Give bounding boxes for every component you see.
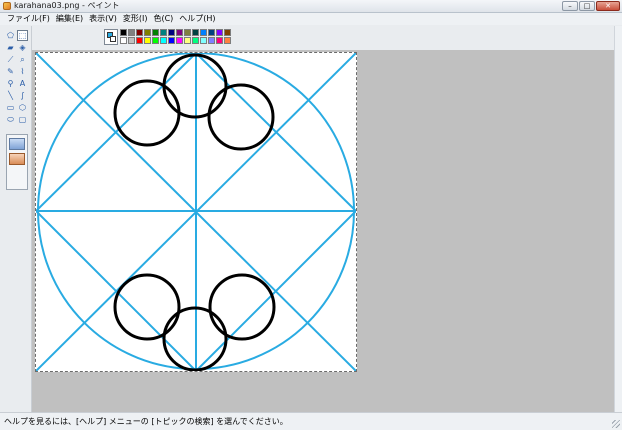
- ring-top-right: [207, 83, 275, 151]
- transparent-off-option-icon[interactable]: [9, 138, 25, 150]
- background-color: [110, 36, 116, 42]
- line-icon[interactable]: ╲: [5, 90, 16, 101]
- color-swatch[interactable]: [216, 29, 223, 36]
- maximize-button[interactable]: □: [579, 1, 595, 11]
- title-bar: karahana03.png - ペイント – □ ✕: [0, 0, 622, 13]
- ring-top-left: [113, 79, 181, 147]
- color-swatch[interactable]: [168, 29, 175, 36]
- drawing: [36, 53, 356, 371]
- menu-colors[interactable]: 色(C): [150, 13, 176, 25]
- color-swatch[interactable]: [184, 37, 191, 44]
- menu-image[interactable]: 変形(I): [120, 13, 151, 25]
- menu-help[interactable]: ヘルプ(H): [176, 13, 218, 25]
- free-select-icon[interactable]: ⬠: [5, 30, 16, 41]
- minimize-button[interactable]: –: [562, 1, 578, 11]
- color-swatch[interactable]: [200, 29, 207, 36]
- color-swatch[interactable]: [136, 37, 143, 44]
- close-button[interactable]: ✕: [596, 1, 620, 11]
- rect-select-icon[interactable]: ⬚: [17, 30, 28, 41]
- color-swatch[interactable]: [224, 37, 231, 44]
- transparent-on-option-icon[interactable]: [9, 153, 25, 165]
- color-swatches: [120, 29, 232, 45]
- color-swatch[interactable]: [192, 29, 199, 36]
- text-icon[interactable]: A: [17, 78, 28, 89]
- color-swatch[interactable]: [128, 37, 135, 44]
- status-bar: ヘルプを見るには、[ヘルプ] メニューの [トピックの検索] を選んでください。: [0, 412, 622, 430]
- color-swatch[interactable]: [224, 29, 231, 36]
- ring-bottom-left: [113, 273, 181, 341]
- menu-view[interactable]: 表示(V): [86, 13, 120, 25]
- magnifier-icon[interactable]: ⌕: [17, 54, 28, 65]
- menu-file[interactable]: ファイル(F): [4, 13, 53, 25]
- color-swatch[interactable]: [176, 29, 183, 36]
- color-swatch[interactable]: [192, 37, 199, 44]
- drawing-canvas[interactable]: [35, 52, 357, 372]
- color-swatch[interactable]: [184, 29, 191, 36]
- toolbox: ⬠ ⬚ ▰ ◈ ⟋ ⌕ ✎ ⌇ ⚲ A ╲ ∫ ▭ ⬡ ⬭ ▢: [0, 26, 32, 412]
- eraser-icon[interactable]: ▰: [5, 42, 16, 53]
- polygon-icon[interactable]: ⬡: [17, 102, 28, 113]
- menu-edit[interactable]: 編集(E): [53, 13, 86, 25]
- color-swatch[interactable]: [152, 29, 159, 36]
- color-swatch[interactable]: [120, 29, 127, 36]
- color-swatch[interactable]: [128, 29, 135, 36]
- canvas-workspace: [32, 50, 614, 412]
- color-swatch[interactable]: [136, 29, 143, 36]
- fill-icon[interactable]: ◈: [17, 42, 28, 53]
- color-swatch[interactable]: [144, 29, 151, 36]
- resize-grip-icon[interactable]: [612, 420, 620, 428]
- paint-app-icon[interactable]: [3, 2, 11, 10]
- color-swatch[interactable]: [168, 37, 175, 44]
- tool-options: [6, 134, 28, 190]
- color-swatch[interactable]: [120, 37, 127, 44]
- rounded-rect-icon[interactable]: ▢: [17, 114, 28, 125]
- current-colors[interactable]: [104, 29, 118, 45]
- pencil-icon[interactable]: ✎: [5, 66, 16, 77]
- ellipse-icon[interactable]: ⬭: [5, 114, 16, 125]
- rectangle-icon[interactable]: ▭: [5, 102, 16, 113]
- window-title: karahana03.png - ペイント: [14, 1, 120, 10]
- color-swatch[interactable]: [152, 37, 159, 44]
- color-swatch[interactable]: [200, 37, 207, 44]
- color-swatch[interactable]: [160, 37, 167, 44]
- color-swatch[interactable]: [160, 29, 167, 36]
- menu-bar: ファイル(F) 編集(E) 表示(V) 変形(I) 色(C) ヘルプ(H): [0, 13, 622, 25]
- color-picker-icon[interactable]: ⟋: [5, 54, 16, 65]
- ring-bottom-right: [208, 273, 276, 341]
- brush-icon[interactable]: ⌇: [17, 66, 28, 77]
- color-swatch[interactable]: [208, 37, 215, 44]
- color-swatch[interactable]: [144, 37, 151, 44]
- color-swatch[interactable]: [216, 37, 223, 44]
- vertical-scrollbar[interactable]: [614, 26, 622, 412]
- curve-icon[interactable]: ∫: [17, 90, 28, 101]
- airbrush-icon[interactable]: ⚲: [5, 78, 16, 89]
- window-controls: – □ ✕: [562, 1, 620, 11]
- status-help-text: ヘルプを見るには、[ヘルプ] メニューの [トピックの検索] を選んでください。: [4, 417, 288, 426]
- tool-grid: ⬠ ⬚ ▰ ◈ ⟋ ⌕ ✎ ⌇ ⚲ A ╲ ∫ ▭ ⬡ ⬭ ▢: [5, 30, 29, 126]
- color-swatch[interactable]: [208, 29, 215, 36]
- color-swatch[interactable]: [176, 37, 183, 44]
